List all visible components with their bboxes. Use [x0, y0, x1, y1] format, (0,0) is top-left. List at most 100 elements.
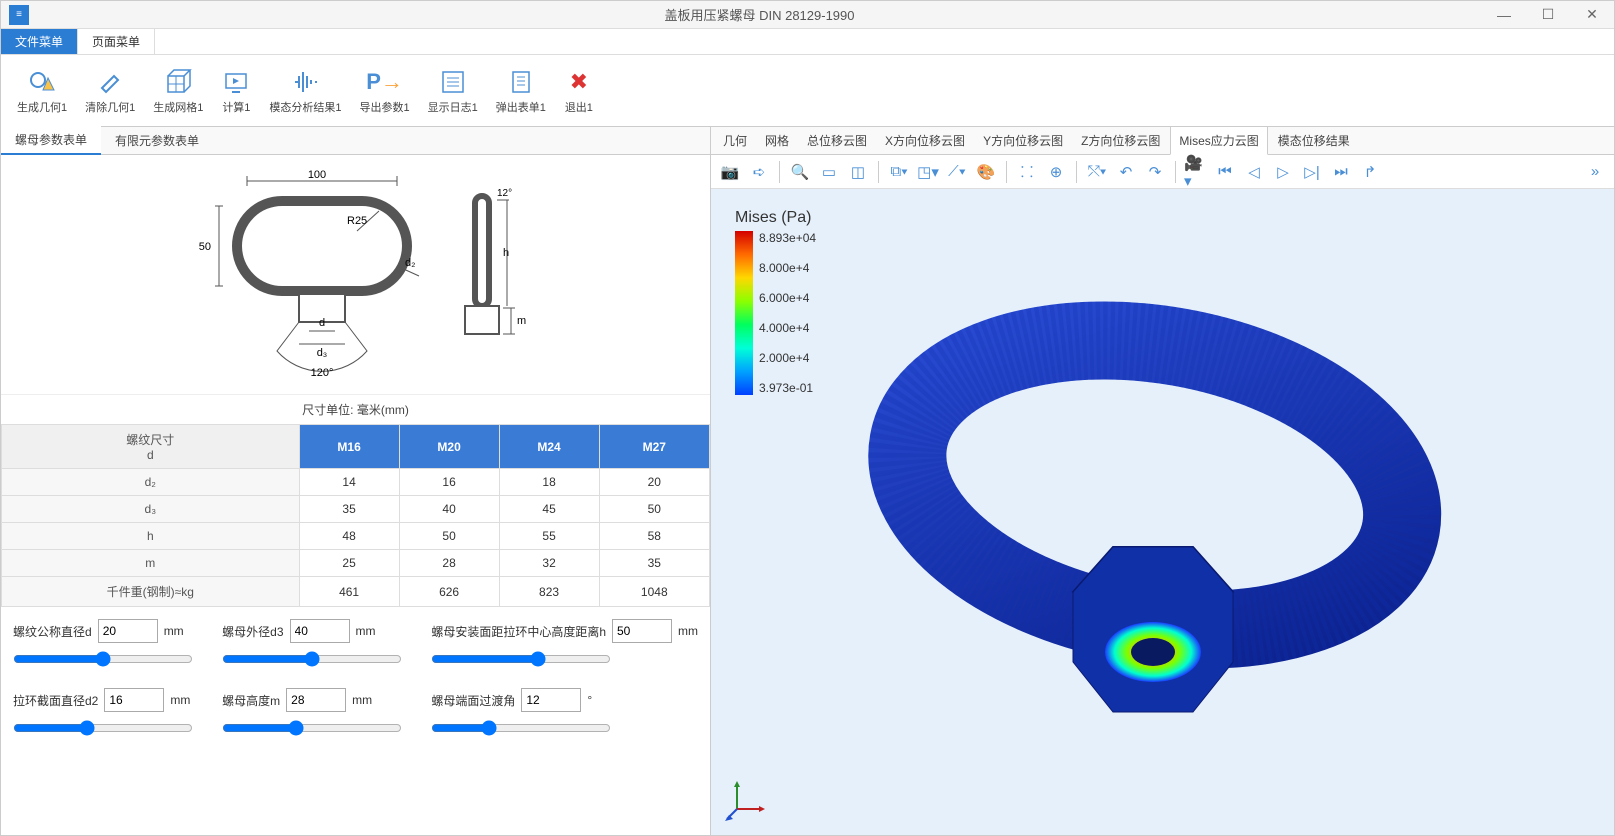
table-row: d₂14161820: [2, 469, 710, 496]
svg-text:d: d: [318, 317, 324, 329]
play-icon[interactable]: ▷: [1270, 159, 1296, 185]
cube-icon[interactable]: ◳▾: [915, 159, 941, 185]
table-row: d₃35404550: [2, 496, 710, 523]
viewport-3d[interactable]: Mises (Pa) 8.893e+04 8.000e+4 6.000e+4 4…: [711, 189, 1614, 835]
more-icon[interactable]: »: [1582, 159, 1608, 185]
spec-col-m24[interactable]: M24: [499, 425, 599, 469]
view-tab-xdisp[interactable]: X方向位移云图: [877, 127, 973, 154]
slider-d2[interactable]: [13, 720, 193, 736]
layer-icon[interactable]: ⧉▾: [886, 159, 912, 185]
spec-col-m27[interactable]: M27: [599, 425, 709, 469]
export-icon: P→: [370, 67, 400, 97]
param-angle: 螺母端面过渡角°: [431, 688, 698, 739]
last-frame-icon[interactable]: ⏭: [1328, 159, 1354, 185]
menu-tabs: 文件菜单 页面菜单: [1, 29, 1614, 55]
window-title: 盖板用压紧螺母 DIN 28129-1990: [37, 5, 1482, 24]
unit-label: 尺寸单位: 毫米(mm): [1, 395, 710, 424]
tool-show-log[interactable]: 显示日志1: [420, 65, 486, 117]
video-icon[interactable]: 🎥▾: [1183, 159, 1209, 185]
svg-text:50: 50: [198, 241, 210, 253]
tab-nut-params[interactable]: 螺母参数表单: [1, 126, 101, 155]
svg-text:h: h: [503, 247, 509, 259]
svg-text:m: m: [517, 315, 526, 327]
axis-icon[interactable]: ⤲▾: [1084, 159, 1110, 185]
view-tab-ydisp[interactable]: Y方向位移云图: [975, 127, 1071, 154]
svg-text:d₃: d₃: [316, 347, 327, 359]
arrow-right-icon[interactable]: ➪: [746, 159, 772, 185]
next-frame-icon[interactable]: ▷|: [1299, 159, 1325, 185]
waveform-icon: [290, 67, 320, 97]
split-container: 螺母参数表单 有限元参数表单 100 50 R25: [1, 127, 1614, 835]
tab-fea-params[interactable]: 有限元参数表单: [101, 127, 213, 154]
svg-text:120°: 120°: [310, 367, 333, 379]
select-rect-icon[interactable]: ▭: [816, 159, 842, 185]
drawing-svg: 100 50 R25 d₂ 120° d d₃: [166, 165, 546, 385]
app-logo: ≡: [9, 5, 29, 25]
prev-frame-icon[interactable]: ◁: [1241, 159, 1267, 185]
input-h[interactable]: [612, 619, 672, 643]
broom-icon[interactable]: ⟋▾: [944, 159, 970, 185]
tool-gen-geom[interactable]: 生成几何1: [9, 65, 75, 117]
tool-exit[interactable]: ✖退出1: [556, 65, 602, 117]
export-anim-icon[interactable]: ↱: [1357, 159, 1383, 185]
target-icon[interactable]: ⊕: [1043, 159, 1069, 185]
param-d: 螺纹公称直径dmm: [13, 619, 202, 670]
tool-gen-mesh[interactable]: 生成网格1: [145, 65, 211, 117]
rotate-left-icon[interactable]: ↶: [1113, 159, 1139, 185]
svg-text:100: 100: [307, 169, 325, 181]
tab-page-menu[interactable]: 页面菜单: [78, 29, 155, 54]
palette-icon[interactable]: 🎨: [973, 159, 999, 185]
viewport-toolbar: 📷 ➪ 🔍 ▭ ◫ ⧉▾ ◳▾ ⟋▾ 🎨 ⸬ ⊕ ⤲▾ ↶ ↷ 🎥▾: [711, 155, 1614, 189]
tool-export[interactable]: P→导出参数1: [352, 65, 418, 117]
play-screen-icon: [221, 67, 251, 97]
view-tab-mesh[interactable]: 网格: [757, 127, 797, 154]
slider-d3[interactable]: [222, 651, 402, 667]
left-pane: 螺母参数表单 有限元参数表单 100 50 R25: [1, 127, 711, 835]
maximize-button[interactable]: ☐: [1526, 1, 1570, 29]
first-frame-icon[interactable]: ⏮: [1212, 159, 1238, 185]
transparency-icon[interactable]: ◫: [845, 159, 871, 185]
spec-col-m20[interactable]: M20: [399, 425, 499, 469]
input-angle[interactable]: [521, 688, 581, 712]
axis-triad: [725, 777, 769, 821]
input-d2[interactable]: [104, 688, 164, 712]
view-tab-zdisp[interactable]: Z方向位移云图: [1073, 127, 1168, 154]
rotate-right-icon[interactable]: ↷: [1142, 159, 1168, 185]
params-area: 螺纹公称直径dmm 螺母外径d3mm 螺母安装面距拉环中心高度距离hmm 拉环截…: [1, 607, 710, 751]
close-x-icon: ✖: [564, 67, 594, 97]
titlebar: ≡ 盖板用压紧螺母 DIN 28129-1990 — ☐ ✕: [1, 1, 1614, 29]
input-d[interactable]: [98, 619, 158, 643]
slider-angle[interactable]: [431, 720, 611, 736]
left-tabs: 螺母参数表单 有限元参数表单: [1, 127, 710, 155]
shapes-icon: [27, 67, 57, 97]
tab-file-menu[interactable]: 文件菜单: [1, 29, 78, 54]
view-tab-geom[interactable]: 几何: [715, 127, 755, 154]
svg-text:d₂: d₂: [405, 257, 415, 269]
slider-d[interactable]: [13, 651, 193, 667]
brush-icon: [95, 67, 125, 97]
table-row: m25283235: [2, 550, 710, 577]
view-tab-total[interactable]: 总位移云图: [799, 127, 875, 154]
table-row: 千件重(钢制)≈kg4616268231048: [2, 577, 710, 607]
tool-popup-form[interactable]: 弹出表单1: [488, 65, 554, 117]
view-tab-modal[interactable]: 模态位移结果: [1270, 127, 1358, 154]
table-row: h48505558: [2, 523, 710, 550]
slider-h[interactable]: [431, 651, 611, 667]
slider-m[interactable]: [222, 720, 402, 736]
input-m[interactable]: [286, 688, 346, 712]
zoom-icon[interactable]: 🔍: [787, 159, 813, 185]
minimize-button[interactable]: —: [1482, 1, 1526, 29]
select-dots-icon[interactable]: ⸬: [1014, 159, 1040, 185]
spec-col-m16[interactable]: M16: [299, 425, 399, 469]
tool-clear-geom[interactable]: 清除几何1: [77, 65, 143, 117]
camera-icon[interactable]: 📷: [717, 159, 743, 185]
view-tab-mises[interactable]: Mises应力云图: [1170, 126, 1267, 155]
close-button[interactable]: ✕: [1570, 1, 1614, 29]
input-d3[interactable]: [290, 619, 350, 643]
param-d3: 螺母外径d3mm: [222, 619, 411, 670]
tool-modal-result[interactable]: 模态分析结果1: [261, 65, 349, 117]
tool-compute[interactable]: 计算1: [213, 65, 259, 117]
right-pane: 几何 网格 总位移云图 X方向位移云图 Y方向位移云图 Z方向位移云图 Mise…: [711, 127, 1614, 835]
document-icon: [506, 67, 536, 97]
fea-model: [711, 189, 1614, 835]
